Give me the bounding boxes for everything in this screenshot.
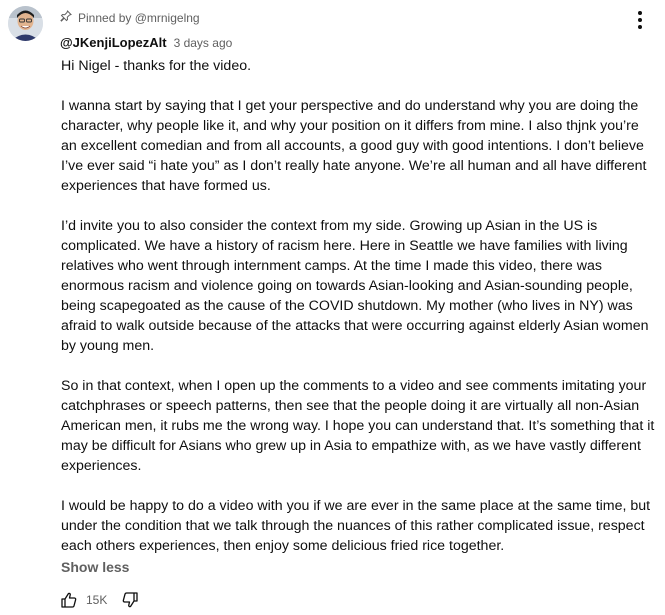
thumbs-up-icon — [61, 592, 77, 608]
thumbs-down-icon — [123, 592, 139, 608]
comment-paragraph: I would be happy to do a video with you … — [61, 498, 651, 554]
comment-time[interactable]: 3 days ago — [174, 36, 233, 50]
avatar-image — [8, 6, 43, 41]
pin-icon — [60, 10, 72, 25]
show-less-button[interactable]: Show less — [61, 559, 129, 575]
like-button[interactable] — [60, 591, 78, 609]
comment-actions: 15K — [60, 591, 139, 609]
comment-paragraph: I wanna start by saying that I get your … — [61, 98, 647, 194]
like-count: 15K — [86, 593, 108, 607]
comment-body: Hi Nigel - thanks for the video. I wanna… — [61, 56, 656, 576]
dislike-button[interactable] — [121, 591, 139, 609]
comment-paragraph: Hi Nigel - thanks for the video. — [61, 58, 252, 74]
author-name[interactable]: @JKenjiLopezAlt — [60, 35, 167, 50]
pinned-text: Pinned by @mrnigelng — [78, 10, 200, 25]
avatar[interactable] — [8, 6, 43, 41]
pinned-label: Pinned by @mrnigelng — [60, 10, 200, 25]
comment-paragraph: I’d invite you to also consider the cont… — [61, 218, 649, 354]
comment-paragraph: So in that context, when I open up the c… — [61, 378, 655, 474]
more-actions-button[interactable] — [630, 8, 650, 32]
more-vert-icon — [638, 11, 642, 15]
comment-header: @JKenjiLopezAlt 3 days ago — [60, 35, 232, 50]
